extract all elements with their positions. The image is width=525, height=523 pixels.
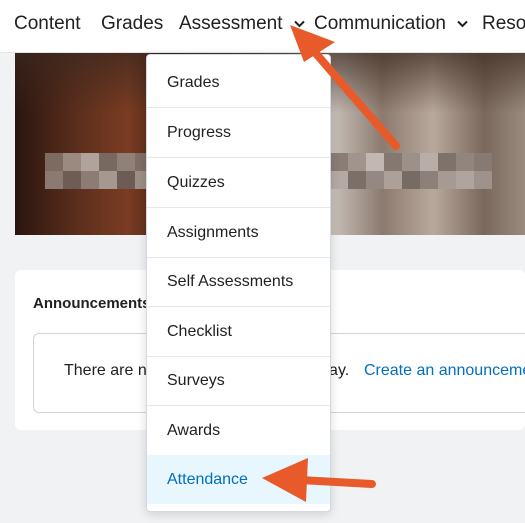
nav-item-content[interactable]: Content xyxy=(14,13,81,35)
menu-item-checklist[interactable]: Checklist xyxy=(147,307,330,357)
menu-item-label: Quizzes xyxy=(167,174,225,191)
nav-item-label: Grades xyxy=(101,13,164,34)
chevron-down-icon xyxy=(457,20,468,28)
menu-item-label: Awards xyxy=(167,422,221,439)
menu-item-grades[interactable]: Grades xyxy=(147,58,330,108)
menu-item-label: Attendance xyxy=(167,471,248,488)
nav-item-grades[interactable]: Grades xyxy=(101,13,163,35)
menu-item-label: Assignments xyxy=(167,224,259,241)
menu-item-quizzes[interactable]: Quizzes xyxy=(147,158,330,208)
course-navbar: Content Grades Assessment Communication … xyxy=(0,0,525,53)
menu-item-attendance[interactable]: Attendance xyxy=(147,455,330,504)
menu-item-surveys[interactable]: Surveys xyxy=(147,356,330,406)
menu-item-label: Progress xyxy=(167,124,232,141)
menu-item-label: Grades xyxy=(167,74,220,91)
menu-item-awards[interactable]: Awards xyxy=(147,406,330,456)
create-announcement-link[interactable]: Create an announcement xyxy=(364,362,525,380)
menu-item-assignments[interactable]: Assignments xyxy=(147,208,330,258)
nav-item-label: Assessment xyxy=(179,13,283,34)
nav-item-communication[interactable]: Communication xyxy=(314,13,468,35)
menu-item-label: Surveys xyxy=(167,372,225,389)
menu-item-self-assessments[interactable]: Self Assessments xyxy=(147,257,330,307)
nav-item-label: Resou xyxy=(482,13,525,34)
menu-item-label: Checklist xyxy=(167,323,232,340)
nav-item-label: Content xyxy=(14,13,81,34)
assessment-dropdown-menu: Grades Progress Quizzes Assignments Self… xyxy=(146,54,331,512)
nav-item-assessment[interactable]: Assessment xyxy=(179,13,305,35)
announcements-title: Announcements xyxy=(33,295,151,312)
chevron-down-icon xyxy=(294,20,305,28)
nav-item-label: Communication xyxy=(314,13,446,34)
menu-item-progress[interactable]: Progress xyxy=(147,108,330,158)
menu-item-label: Self Assessments xyxy=(167,273,294,290)
nav-item-resources[interactable]: Resou xyxy=(482,13,525,35)
